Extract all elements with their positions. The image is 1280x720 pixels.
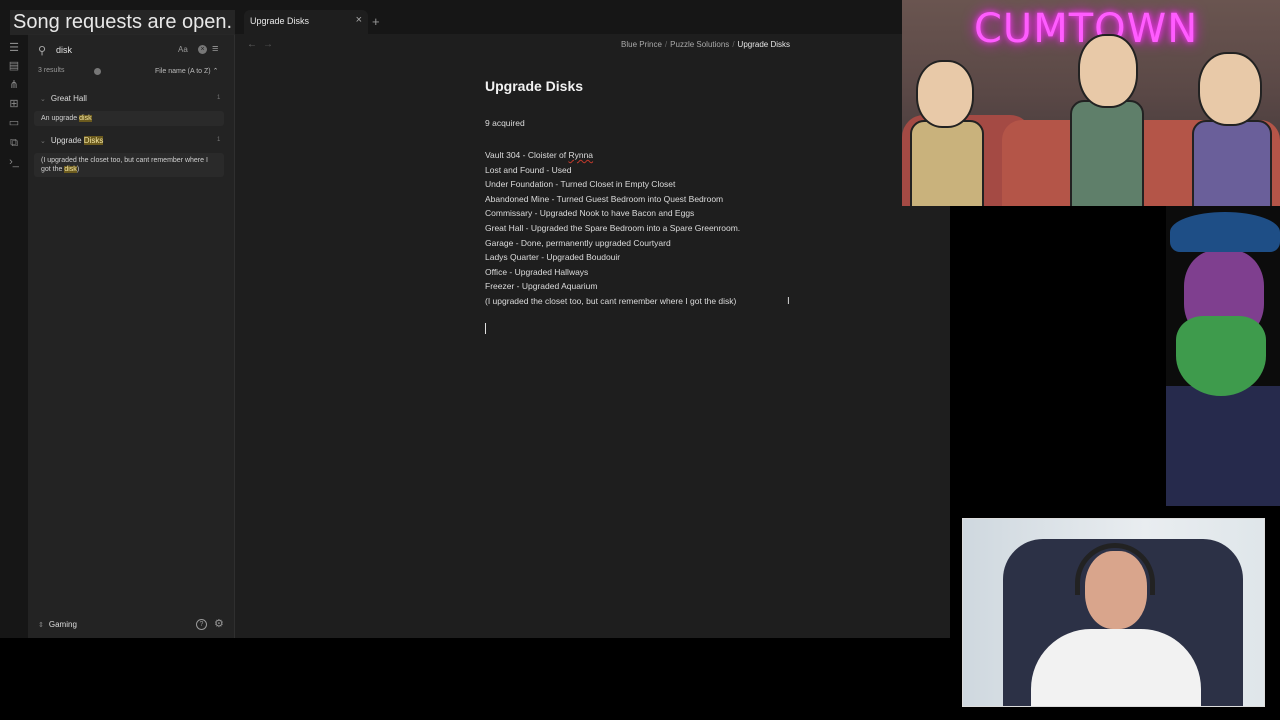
search-sidebar: ⚲ Aa × ≡ 3 results File name (A to Z) ⌃ … <box>28 34 235 638</box>
wizard-beard <box>1176 316 1266 396</box>
search-icon[interactable]: ▤ <box>7 59 21 73</box>
cartoon-head <box>916 60 974 128</box>
match-highlight: disk <box>79 115 92 122</box>
cartoon-person <box>910 120 984 206</box>
wizard-hat <box>1170 212 1280 252</box>
ibeam-cursor-icon: I <box>787 296 790 307</box>
obsidian-window: Upgrade Disks × + ☰ ▤ ⋔ ⊞ ▭ ⧉ ›_ ⚲ Aa × … <box>0 0 950 638</box>
match-text: ) <box>76 166 80 173</box>
breadcrumb-item[interactable]: Puzzle Solutions <box>670 40 729 49</box>
text-caret <box>485 323 486 334</box>
result-file-great-hall[interactable]: ⌄ Great Hall <box>40 94 87 103</box>
webcam-feed <box>962 518 1265 707</box>
result-count: 1 <box>217 95 221 101</box>
arrow-right-icon[interactable]: → <box>263 39 273 50</box>
wizard-coat <box>1166 386 1280 506</box>
chevron-updown-icon: ⇕ <box>38 622 44 629</box>
sort-select[interactable]: File name (A to Z) ⌃ <box>155 67 218 75</box>
note-line[interactable]: Garage - Done, permanently upgraded Cour… <box>485 236 740 251</box>
breadcrumb-separator: / <box>732 40 735 49</box>
result-match[interactable]: (I upgraded the closet too, but cant rem… <box>34 153 224 177</box>
ribbon: ☰ ▤ ⋔ ⊞ ▭ ⧉ ›_ <box>0 34 28 638</box>
terminal-icon[interactable]: ›_ <box>7 155 21 169</box>
cumtown-art: CUMTOWN <box>902 0 1280 206</box>
result-file-title: Great Hall <box>50 94 87 103</box>
note-line[interactable]: Ladys Quarter - Upgraded Boudouir <box>485 250 740 265</box>
sort-label: File name (A to Z) <box>155 68 211 75</box>
note-title[interactable]: Upgrade Disks <box>485 78 945 108</box>
note-line[interactable]: Great Hall - Upgraded the Spare Bedroom … <box>485 221 740 236</box>
results-count: 3 results <box>38 67 65 74</box>
result-match[interactable]: An upgrade disk <box>34 111 224 126</box>
search-box: ⚲ Aa × <box>34 42 207 60</box>
note-line[interactable]: Office - Upgraded Hallways <box>485 265 740 280</box>
acquired-count[interactable]: 9 acquired <box>485 118 525 128</box>
note-line[interactable]: Vault 304 - Cloister of Rynna <box>485 148 740 163</box>
stream-overlay-text: Song requests are open. <box>10 10 236 35</box>
chevron-down-icon[interactable]: ⌄ <box>40 95 46 103</box>
note-line[interactable]: Commissary - Upgraded Nook to have Bacon… <box>485 206 740 221</box>
result-file-highlight: Disks <box>83 136 104 145</box>
cartoon-head <box>1078 34 1138 108</box>
clear-search-button[interactable]: × <box>198 45 207 54</box>
wizard-art <box>1166 206 1280 506</box>
templates-icon[interactable]: ⧉ <box>7 136 21 150</box>
result-file-upgrade-disks[interactable]: ⌄ Upgrade Disks <box>40 136 104 145</box>
match-text: An upgrade <box>41 115 80 122</box>
search-input[interactable] <box>56 43 166 57</box>
search-icon: ⚲ <box>38 45 47 57</box>
note-line[interactable]: (I upgraded the closet too, but cant rem… <box>485 294 740 309</box>
graph-icon[interactable]: ⋔ <box>7 78 21 92</box>
note-lines[interactable]: Vault 304 - Cloister of Rynna Lost and F… <box>485 148 740 309</box>
note-content[interactable]: Upgrade Disks 9 acquired Vault 304 - Clo… <box>485 78 945 334</box>
calendar-icon[interactable]: ▭ <box>7 116 21 130</box>
match-highlight: disk <box>64 166 77 173</box>
streamer-body <box>1031 629 1201 706</box>
canvas-icon[interactable]: ⊞ <box>7 97 21 111</box>
search-settings-icon[interactable]: ≡ <box>212 43 218 55</box>
arrow-left-icon[interactable]: ← <box>247 39 257 50</box>
tab-upgrade-disks[interactable]: Upgrade Disks × <box>244 10 368 34</box>
breadcrumb-separator: / <box>664 40 668 49</box>
help-icon[interactable]: ? <box>196 619 207 630</box>
gear-icon[interactable]: ⚙ <box>214 617 224 630</box>
note-line[interactable]: Under Foundation - Turned Closet in Empt… <box>485 177 740 192</box>
vault-switcher[interactable]: ⇕ Gaming <box>38 620 77 629</box>
note-line[interactable]: Freezer - Upgraded Aquarium <box>485 279 740 294</box>
vault-name: Gaming <box>48 620 77 629</box>
sort-caret-icon: ⌃ <box>212 68 219 75</box>
close-icon[interactable]: × <box>356 14 362 26</box>
new-tab-button[interactable]: + <box>372 14 380 29</box>
breadcrumb: Blue Prince / Puzzle Solutions / Upgrade Dis… <box>621 40 790 49</box>
result-file-title: Upgrade <box>50 136 84 145</box>
breadcrumb-item[interactable]: Blue Prince <box>621 40 662 49</box>
cartoon-person <box>1070 100 1144 206</box>
chevron-down-icon[interactable]: ⌄ <box>40 137 46 145</box>
note-line[interactable]: Lost and Found - Used <box>485 163 740 178</box>
info-icon[interactable] <box>94 68 101 75</box>
breadcrumb-current[interactable]: Upgrade Disks <box>738 40 790 49</box>
match-case-button[interactable]: Aa <box>178 45 188 54</box>
files-icon[interactable]: ☰ <box>7 41 21 55</box>
misspelled-word[interactable]: Rynna <box>568 150 593 160</box>
editor-pane[interactable]: ← → Blue Prince / Puzzle Solutions / Upgrade… <box>235 34 950 638</box>
cartoon-person <box>1192 120 1272 206</box>
result-count: 1 <box>217 137 221 143</box>
cartoon-head <box>1198 52 1262 126</box>
tab-label: Upgrade Disks <box>250 16 310 26</box>
note-line[interactable]: Abandoned Mine - Turned Guest Bedroom in… <box>485 192 740 207</box>
